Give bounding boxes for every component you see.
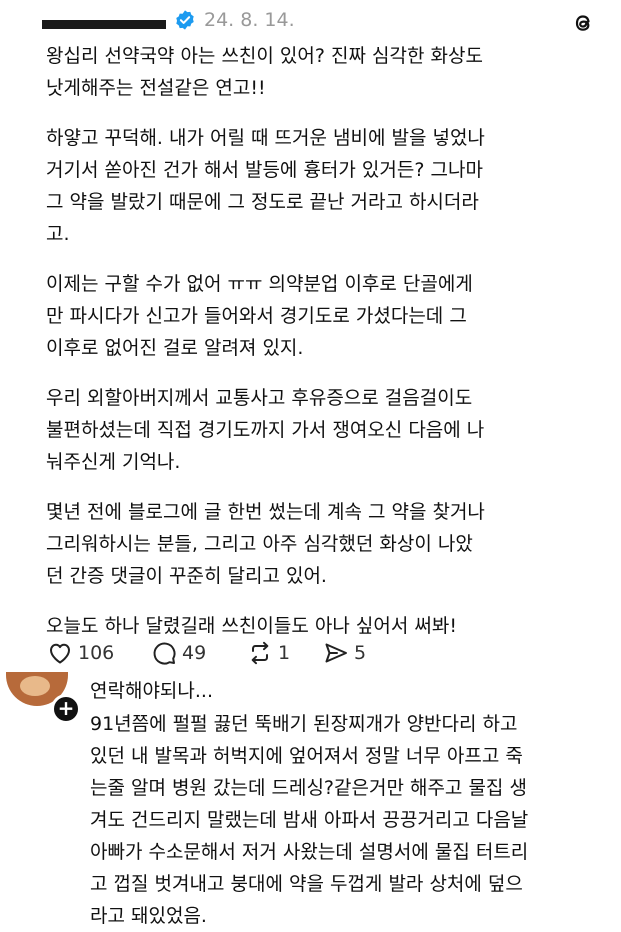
- post-paragraph: 하얗고 꾸덕해. 내가 어릴 때 뜨거운 냄비에 발을 넣었나 거기서 쏟아진 …: [46, 127, 485, 245]
- comment-button[interactable]: 49: [150, 638, 206, 668]
- comment-text: 91년쯤에 펄펄 끓던 뚝배기 된장찌개가 양반다리 하고 있던 내 발목과 허…: [90, 713, 529, 927]
- post-date: 24. 8. 14.: [204, 9, 295, 31]
- share-count: 5: [354, 642, 367, 664]
- post-header: 24. 8. 14.: [40, 6, 600, 42]
- post-paragraph: 왕십리 선약국약 아는 쓰친이 있어? 진짜 심각한 화상도 낫게해주는 전설같…: [46, 45, 483, 99]
- share-send-icon: [325, 643, 347, 663]
- repost-button[interactable]: 1: [246, 638, 290, 668]
- comment-count: 49: [182, 642, 207, 664]
- redacted-username-bar: [42, 20, 166, 29]
- comment-username[interactable]: 연락해야되나...: [90, 676, 213, 703]
- post-paragraph: 우리 외할아버지께서 교통사고 후유증으로 걸음걸이도 불편하셨는데 직접 경기…: [46, 387, 485, 473]
- follow-plus-button[interactable]: +: [51, 694, 81, 724]
- post-body: 왕십리 선약국약 아는 쓰친이 있어? 진짜 심각한 화상도 낫게해주는 전설같…: [46, 40, 606, 660]
- repost-icon: [251, 641, 269, 665]
- threads-logo-icon[interactable]: [570, 10, 596, 36]
- comment-bubble-icon: [153, 642, 176, 665]
- post-paragraph: 몇년 전에 블로그에 글 한번 썼는데 계속 그 약을 찾거나 그리워하시는 분…: [46, 501, 485, 587]
- repost-count: 1: [278, 642, 291, 664]
- heart-icon: [50, 643, 70, 664]
- like-count: 106: [78, 642, 115, 664]
- avatar-image: [20, 676, 50, 696]
- post-paragraph: 이제는 구할 수가 없어 ㅠㅠ 의약분업 이후로 단골에게 만 파시다가 신고가…: [46, 273, 473, 359]
- reply-comment: + 연락해야되나... 91년쯤에 펄펄 끓던 뚝배기 된장찌개가 양반다리 하…: [0, 672, 621, 930]
- like-button[interactable]: 106: [46, 638, 114, 668]
- post-action-bar: 106 49 1 5: [46, 638, 606, 668]
- share-button[interactable]: 5: [322, 638, 366, 668]
- verified-badge-icon: [176, 10, 194, 30]
